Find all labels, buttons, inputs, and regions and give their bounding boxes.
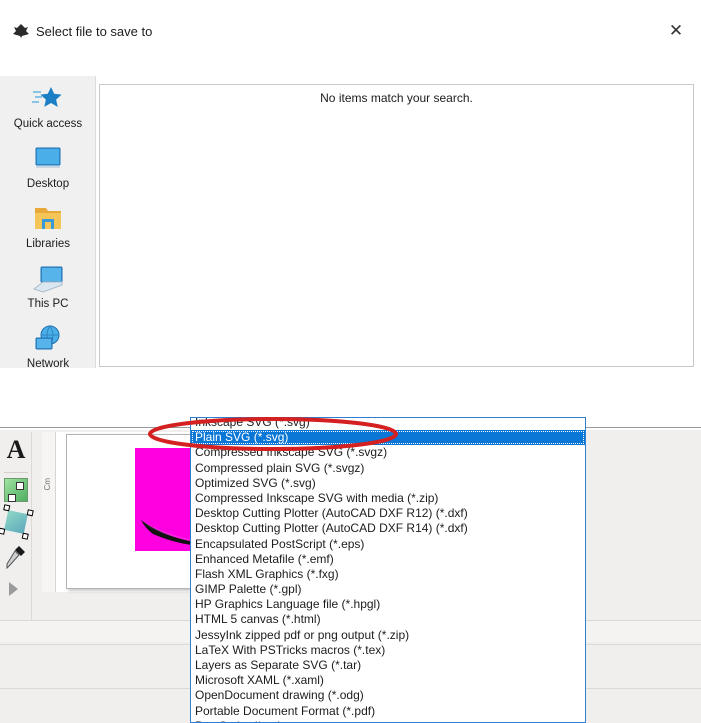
places-sidebar: Quick access Desktop Libraries This PC N… — [0, 76, 96, 370]
dropdown-item[interactable]: Inkscape SVG (*.svg) — [191, 418, 585, 430]
globe-icon — [0, 324, 96, 358]
dropdown-item[interactable]: Microsoft XAML (*.xaml) — [191, 673, 585, 688]
dropper-tool-icon[interactable] — [5, 544, 27, 570]
vertical-ruler: Cm — [42, 432, 56, 592]
desktop-icon — [0, 144, 96, 178]
save-in-row: Save in: svg card — [0, 48, 701, 117]
star-icon — [0, 84, 96, 118]
dropdown-item[interactable]: Layers as Separate SVG (*.tar) — [191, 658, 585, 673]
sidebar-item-libraries[interactable]: Libraries — [0, 204, 96, 262]
dropdown-item[interactable]: Compressed Inkscape SVG (*.svgz) — [191, 445, 585, 460]
sidebar-item-this-pc[interactable]: This PC — [0, 264, 96, 322]
inkscape-toolbox: A — [0, 432, 34, 630]
computer-icon — [0, 264, 96, 298]
sidebar-item-label: Libraries — [25, 238, 71, 250]
dropdown-item[interactable]: Enhanced Metafile (*.emf) — [191, 552, 585, 567]
sidebar-item-desktop[interactable]: Desktop — [0, 144, 96, 202]
sidebar-item-label: Desktop — [26, 178, 70, 190]
inkscape-icon — [12, 23, 30, 39]
screen: A Cm Select file to save to ✕ Quick acce… — [0, 0, 701, 723]
sidebar-item-quick-access[interactable]: Quick access — [0, 84, 96, 142]
save-file-dialog: Select file to save to ✕ Save in: svg ca… — [0, 8, 701, 428]
dropdown-item[interactable]: Desktop Cutting Plotter (AutoCAD DXF R14… — [191, 521, 585, 536]
dropdown-item[interactable]: HTML 5 canvas (*.html) — [191, 612, 585, 627]
file-list[interactable]: No items match your search. — [99, 84, 694, 367]
dropdown-item[interactable]: LaTeX With PSTricks macros (*.tex) — [191, 643, 585, 658]
dropdown-item[interactable]: HP Graphics Language file (*.hpgl) — [191, 597, 585, 612]
dropdown-item[interactable]: Compressed plain SVG (*.svgz) — [191, 461, 585, 476]
dropdown-item[interactable]: GIMP Palette (*.gpl) — [191, 582, 585, 597]
sidebar-item-label: Network — [26, 358, 70, 370]
folder-icon — [0, 204, 96, 238]
save-as-type-dropdown-list[interactable]: Inkscape SVG (*.svg) Plain SVG (*.svg) Com… — [190, 417, 586, 723]
text-tool-icon[interactable]: A — [2, 436, 30, 464]
file-list-empty-message: No items match your search. — [320, 91, 473, 105]
sidebar-item-label: Quick access — [13, 118, 83, 130]
dropdown-item[interactable]: Plain SVG (*.svg) — [191, 430, 585, 446]
ruler-unit-label: Cm — [43, 478, 52, 491]
mesh-tool-icon[interactable] — [0, 504, 34, 540]
dropdown-item[interactable]: JessyInk zipped pdf or png output (*.zip… — [191, 628, 585, 643]
dropdown-item[interactable]: OpenDocument drawing (*.odg) — [191, 688, 585, 703]
dropdown-item[interactable]: Portable Document Format (*.pdf) — [191, 704, 585, 719]
gradient-tool-icon[interactable] — [4, 478, 28, 502]
dropdown-item[interactable]: PostScript (*.ps) — [191, 719, 585, 722]
dropdown-item[interactable]: Optimized SVG (*.svg) — [191, 476, 585, 491]
close-icon[interactable]: ✕ — [659, 20, 693, 42]
toolbox-divider — [4, 472, 28, 473]
sidebar-item-label: This PC — [27, 298, 69, 310]
dropdown-item[interactable]: Flash XML Graphics (*.fxg) — [191, 567, 585, 582]
dialog-titlebar: Select file to save to ✕ — [0, 8, 701, 40]
dropdown-item[interactable]: Desktop Cutting Plotter (AutoCAD DXF R12… — [191, 506, 585, 521]
dropdown-item[interactable]: Compressed Inkscape SVG with media (*.zi… — [191, 491, 585, 506]
dialog-title: Select file to save to — [36, 24, 153, 39]
more-tools-arrow-icon[interactable] — [9, 582, 18, 596]
dropdown-item[interactable]: Encapsulated PostScript (*.eps) — [191, 537, 585, 552]
